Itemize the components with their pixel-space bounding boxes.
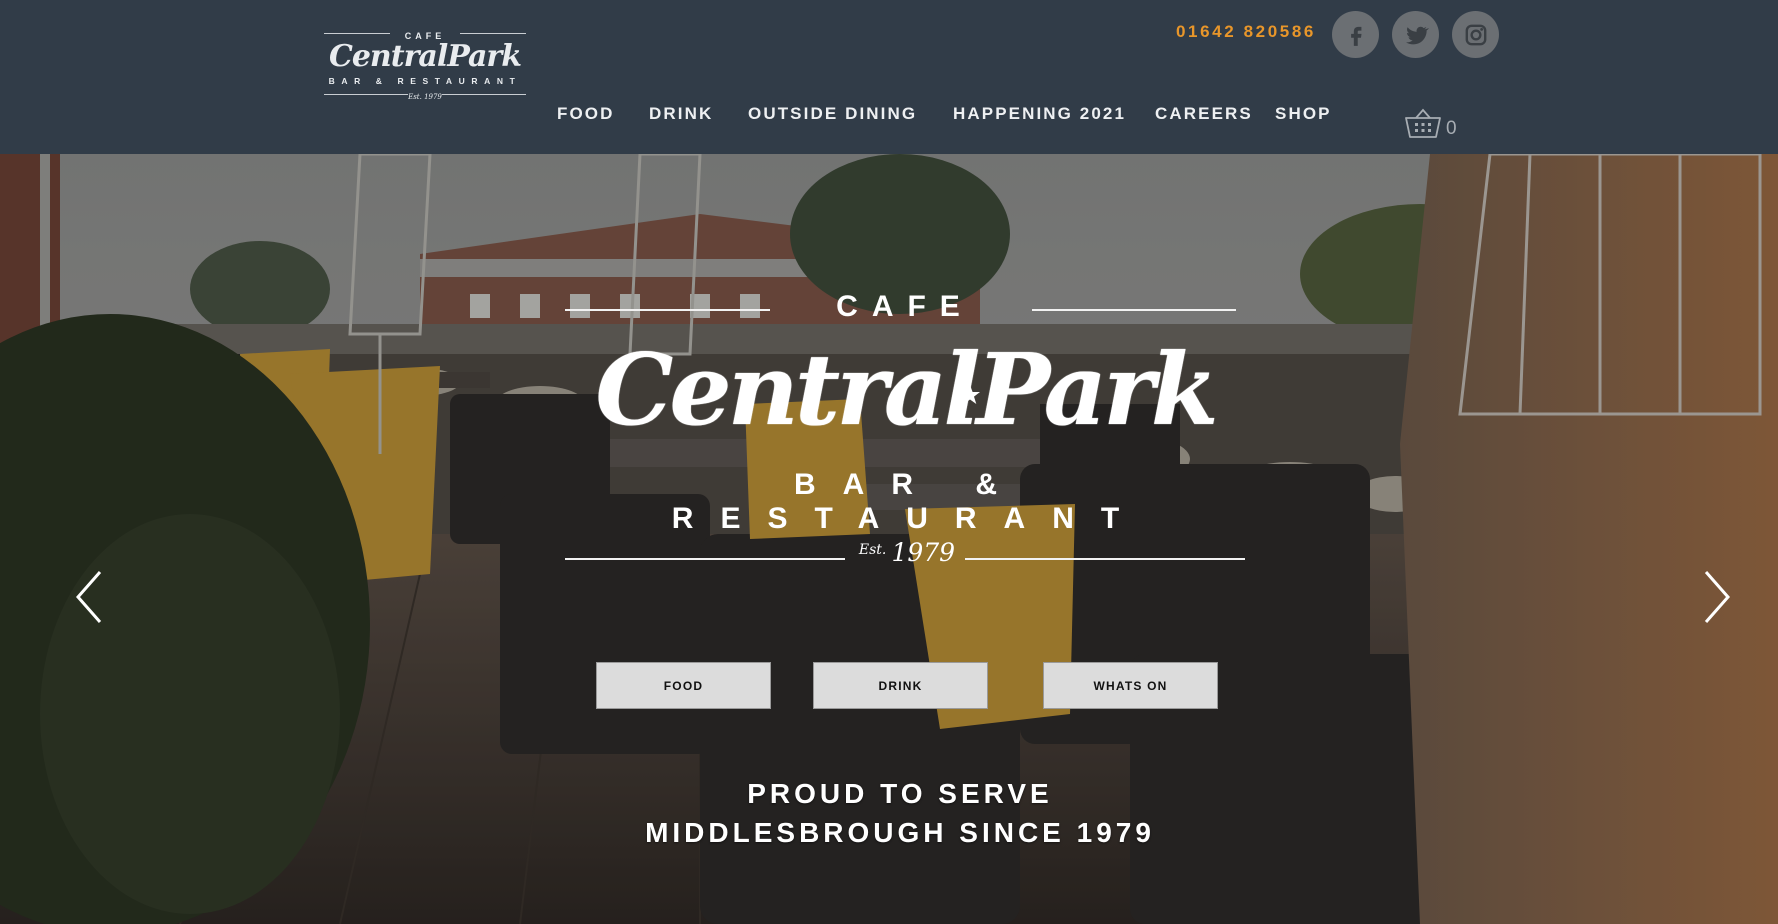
nav-item-drink[interactable]: DRINK bbox=[649, 104, 713, 124]
facebook-icon[interactable] bbox=[1332, 11, 1379, 58]
basket-icon bbox=[1405, 108, 1441, 138]
nav-item-happening-2021[interactable]: HAPPENING 2021 bbox=[953, 104, 1126, 124]
header-logo[interactable]: CAFE CentralPark BAR & RESTAURANT Est. 1… bbox=[322, 26, 528, 122]
phone-number[interactable]: 01642 820586 bbox=[1176, 22, 1326, 44]
logo-cafe-text: CAFE bbox=[404, 31, 446, 41]
hero-logo-script-name: CentralPark bbox=[595, 333, 1218, 448]
hero-logo: CAFE CentralPark BAR & RESTAURANT Est. 1… bbox=[555, 290, 1255, 590]
nav-item-shop[interactable]: SHOP bbox=[1275, 104, 1332, 124]
logo-bar-restaurant: BAR & RESTAURANT bbox=[328, 76, 522, 86]
star-icon bbox=[960, 385, 980, 404]
hero-tagline: PROUD TO SERVE MIDDLESBROUGH SINCE 1979 bbox=[500, 774, 1300, 852]
hero-logo-cafe: CAFE bbox=[836, 290, 974, 323]
logo-script-name: CentralPark bbox=[328, 39, 522, 74]
hero-logo-cafe-row: CAFE bbox=[555, 290, 1255, 330]
hero-tagline-line-2: MIDDLESBROUGH SINCE 1979 bbox=[645, 817, 1155, 848]
cart-button[interactable]: 0 bbox=[1404, 106, 1460, 142]
cart-count: 0 bbox=[1446, 118, 1457, 139]
hero-logo-rule-left bbox=[565, 309, 770, 311]
nav-item-outside-dining[interactable]: OUTSIDE DINING bbox=[748, 104, 917, 124]
site-header: CAFE CentralPark BAR & RESTAURANT Est. 1… bbox=[0, 0, 1778, 154]
instagram-icon[interactable] bbox=[1452, 11, 1499, 58]
chevron-left-icon[interactable] bbox=[72, 568, 106, 626]
hero-logo-est-year: 1979 bbox=[891, 538, 956, 567]
food-button[interactable]: FOOD bbox=[596, 662, 771, 709]
logo-cafe-row: CAFE bbox=[322, 26, 528, 41]
nav-item-food[interactable]: FOOD bbox=[557, 104, 615, 124]
whats-on-button[interactable]: WHATS ON bbox=[1043, 662, 1218, 709]
nav-item-careers[interactable]: CAREERS bbox=[1155, 104, 1253, 124]
logo-est-text: Est. 1979 bbox=[408, 93, 442, 101]
hero-logo-est-prefix: Est. bbox=[858, 542, 887, 558]
logo-est-row: Est. 1979 bbox=[322, 86, 528, 102]
hero-tagline-line-1: PROUD TO SERVE bbox=[747, 778, 1053, 809]
hero-logo-bar-restaurant: BAR & RESTAURANT bbox=[671, 468, 1147, 535]
twitter-icon[interactable] bbox=[1392, 11, 1439, 58]
hero-logo-rule-bottom-right bbox=[965, 558, 1245, 560]
hero-logo-est: Est. 1979 bbox=[857, 538, 957, 567]
chevron-right-icon[interactable] bbox=[1700, 568, 1734, 626]
hero-logo-rule-bottom-left bbox=[565, 558, 845, 560]
hero-logo-rule-right bbox=[1032, 309, 1236, 311]
hero-slideshow: CAFE CentralPark BAR & RESTAURANT Est. 1… bbox=[0, 154, 1778, 924]
drink-button[interactable]: DRINK bbox=[813, 662, 988, 709]
